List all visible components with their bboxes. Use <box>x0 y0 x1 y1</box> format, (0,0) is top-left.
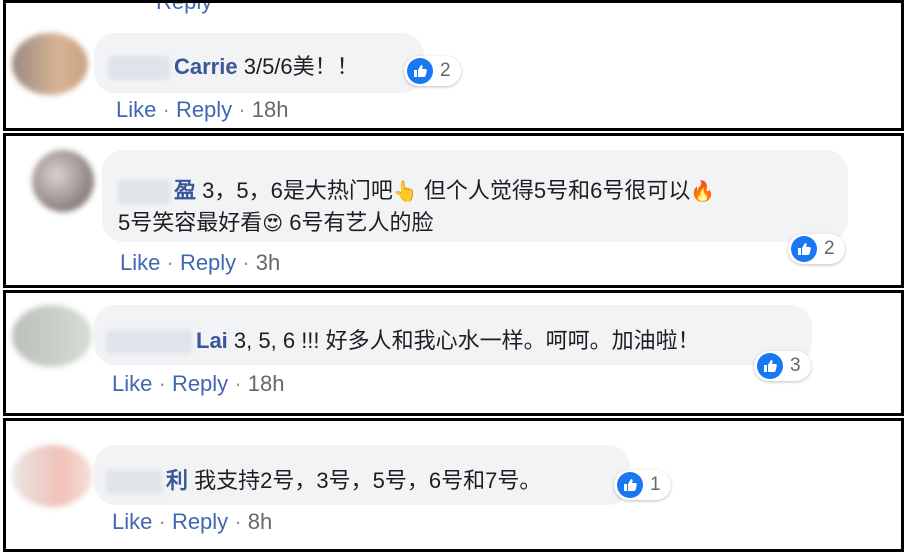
fire-emoji: 🔥 <box>690 179 716 203</box>
blurred-name <box>118 180 170 205</box>
comment-text-line-1: 盈 3，5，6是大热门吧👆 但个人觉得5号和6号很可以🔥 <box>118 173 715 205</box>
comment-body: 但个人觉得5号和6号很可以 <box>423 178 691 203</box>
comment-body: 3, 5, 6 !!! 好多人和我心水一样。呵呵。加油啦！ <box>233 328 700 353</box>
reaction-count: 2 <box>440 60 451 81</box>
separator: · <box>158 509 166 534</box>
reply-link[interactable]: Reply <box>172 371 228 396</box>
timestamp[interactable]: 18h <box>252 97 289 122</box>
like-link[interactable]: Like <box>116 97 156 122</box>
reaction-count: 3 <box>790 355 801 376</box>
reaction-badge[interactable]: 3 <box>754 351 811 381</box>
avatar[interactable] <box>12 305 92 367</box>
comment-actions: Like · Reply · 18h <box>112 371 284 397</box>
reaction-badge[interactable]: 1 <box>614 470 671 500</box>
comment-body: 6号有艺人的脸 <box>289 210 434 235</box>
comment-body: 我支持2号，3号，5号，6号和7号。 <box>194 468 542 493</box>
timestamp[interactable]: 18h <box>248 371 285 396</box>
separator: · <box>242 250 250 275</box>
separator: · <box>238 97 246 122</box>
thumbs-up-icon <box>791 236 817 262</box>
comment-text-line-2: 5号笑容最好看😍 6号有艺人的脸 <box>118 205 433 237</box>
like-link[interactable]: Like <box>112 371 152 396</box>
reaction-badge[interactable]: 2 <box>404 56 461 86</box>
commenter-name[interactable]: Carrie <box>174 54 238 79</box>
separator: · <box>166 250 174 275</box>
reply-link-fragment[interactable]: Reply <box>156 3 212 15</box>
comment-actions: Like · Reply · 8h <box>112 509 272 535</box>
comment-body: 3，5，6是大热门吧 <box>202 178 393 203</box>
blurred-name <box>108 56 170 81</box>
comment-text: 利 我支持2号，3号，5号，6号和7号。 <box>106 463 541 495</box>
comment-body: 5号笑容最好看 <box>118 210 263 235</box>
thumbs-up-icon <box>757 353 783 379</box>
avatar[interactable] <box>32 150 94 212</box>
comment-panel-2: 盈 3，5，6是大热门吧👆 但个人觉得5号和6号很可以🔥 5号笑容最好看😍 6号… <box>3 133 904 288</box>
timestamp[interactable]: 3h <box>256 250 280 275</box>
avatar[interactable] <box>12 33 88 95</box>
separator: · <box>158 371 166 396</box>
separator: · <box>234 371 242 396</box>
reaction-count: 1 <box>650 474 661 495</box>
pointing-hand-emoji: 👆 <box>392 179 418 203</box>
reply-link[interactable]: Reply <box>176 97 232 122</box>
comment-panel-1: Reply Carrie 3/5/6美！！ 2 Like · Reply · 1… <box>3 0 904 131</box>
comment-body: 3/5/6美！！ <box>243 54 359 79</box>
like-link[interactable]: Like <box>112 509 152 534</box>
reply-link[interactable]: Reply <box>172 509 228 534</box>
blurred-name <box>106 330 192 355</box>
thumbs-up-icon <box>617 472 643 498</box>
comment-panel-4: 利 我支持2号，3号，5号，6号和7号。 1 Like · Reply · 8h <box>3 418 904 552</box>
comment-actions: Like · Reply · 3h <box>120 250 280 276</box>
separator: · <box>162 97 170 122</box>
comment-text: Lai 3, 5, 6 !!! 好多人和我心水一样。呵呵。加油啦！ <box>106 323 700 355</box>
blurred-name <box>106 470 162 495</box>
comment-actions: Like · Reply · 18h <box>116 97 288 123</box>
timestamp[interactable]: 8h <box>248 509 272 534</box>
reply-link[interactable]: Reply <box>180 250 236 275</box>
commenter-name[interactable]: 利 <box>166 468 188 493</box>
commenter-name[interactable]: 盈 <box>174 178 196 203</box>
thumbs-up-icon <box>407 58 433 84</box>
like-link[interactable]: Like <box>120 250 160 275</box>
separator: · <box>234 509 242 534</box>
comment-text: Carrie 3/5/6美！！ <box>108 49 359 81</box>
reaction-badge[interactable]: 2 <box>788 234 845 264</box>
reaction-count: 2 <box>824 238 835 259</box>
comment-panel-3: Lai 3, 5, 6 !!! 好多人和我心水一样。呵呵。加油啦！ 3 Like… <box>3 290 904 416</box>
avatar[interactable] <box>12 445 92 507</box>
heart-eyes-emoji: 😍 <box>262 211 284 235</box>
commenter-name[interactable]: Lai <box>196 328 228 353</box>
